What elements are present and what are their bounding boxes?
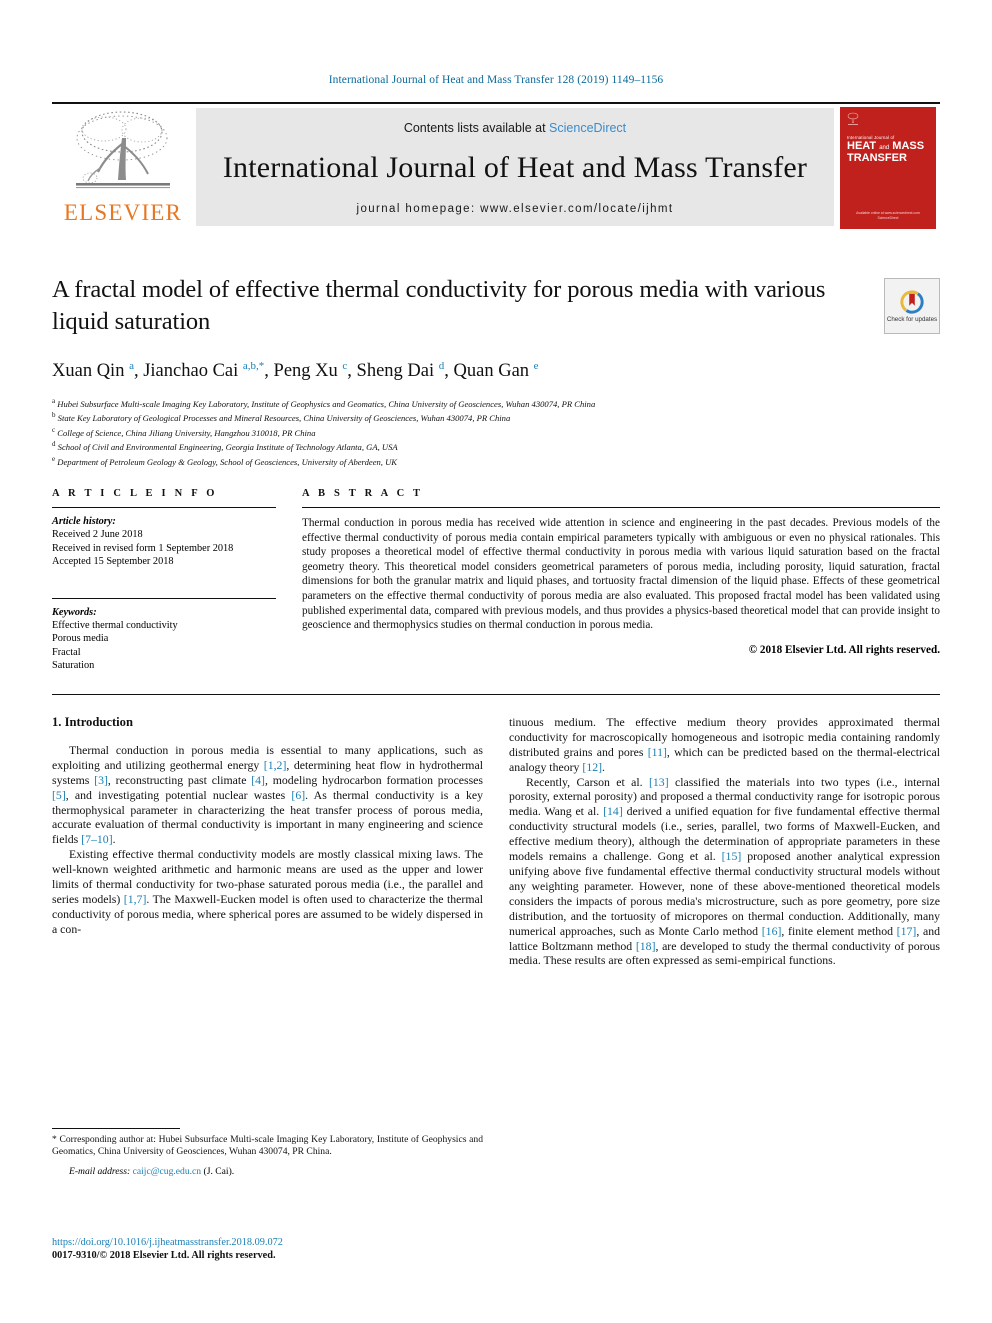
affiliation-text: College of Science, China Jiliang Univer… xyxy=(57,427,316,438)
elsevier-logo: ELSEVIER xyxy=(52,104,194,230)
journal-homepage-link[interactable]: journal homepage: www.elsevier.com/locat… xyxy=(356,203,673,215)
affiliation-text: School of Civil and Environmental Engine… xyxy=(57,442,398,453)
cover-title-mass: MASS xyxy=(892,140,925,152)
journal-banner: ELSEVIER Contents lists available at Sci… xyxy=(52,102,940,230)
crossmark-badge[interactable]: Check for updates xyxy=(884,278,940,334)
contents-available-line: Contents lists available at ScienceDirec… xyxy=(404,121,626,135)
citation-ref[interactable]: [18] xyxy=(636,939,656,953)
cover-footer-line2: ScienceDirect xyxy=(877,216,899,220)
author-list: Xuan Qin a, Jianchao Cai a,b,*, Peng Xu … xyxy=(52,359,539,381)
email-label: E-mail address: xyxy=(69,1166,131,1178)
abstract-rule xyxy=(302,507,940,509)
abstract-heading: A B S T R A C T xyxy=(302,488,424,500)
footnote-rule xyxy=(52,1128,180,1129)
body-paragraph: tinuous medium. The effective medium the… xyxy=(509,714,940,774)
article-info-rule xyxy=(52,507,276,509)
body-right-column: tinuous medium. The effective medium the… xyxy=(509,715,940,968)
article-history-label: Article history: xyxy=(52,516,116,528)
keywords-label: Keywords: xyxy=(52,606,97,618)
journal-cover-thumbnail: International Journal of HEAT and MASS T… xyxy=(840,104,940,230)
citation-ref[interactable]: [7–10] xyxy=(81,832,112,846)
citation-ref[interactable]: [14] xyxy=(603,804,623,818)
email-link[interactable]: caijc@cug.edu.cn xyxy=(133,1166,202,1177)
paper-page: International Journal of Heat and Mass T… xyxy=(0,0,992,1323)
cover-footer: Available online at www.sciencedirect.co… xyxy=(840,211,936,221)
body-two-column: 1. Introduction Thermal conduction in po… xyxy=(52,715,940,968)
affiliation-mark: e xyxy=(52,454,56,463)
citation-ref[interactable]: [17] xyxy=(897,924,917,938)
keywords-block: Keywords: Effective thermal conductivity… xyxy=(52,606,276,672)
cover-title-heat: HEAT xyxy=(847,140,877,152)
publication-footer: https://doi.org/10.1016/j.ijheatmasstran… xyxy=(52,1236,502,1262)
body-paragraph: Existing effective thermal conductivity … xyxy=(52,847,484,936)
cover-elsevier-mark-icon xyxy=(847,112,859,126)
issn-copyright: 0017-9310/© 2018 Elsevier Ltd. All right… xyxy=(52,1250,276,1261)
cover-footer-line1: Available online at www.sciencedirect.co… xyxy=(856,211,920,215)
history-item: Received 2 June 2018 xyxy=(52,529,143,541)
citation-ref[interactable]: [6] xyxy=(291,788,305,802)
journal-title: International Journal of Heat and Mass T… xyxy=(222,151,808,184)
citation-ref[interactable]: [1,2] xyxy=(264,758,287,772)
info-abstract-block: A R T I C L E I N F O Article history: R… xyxy=(52,488,940,672)
title-row: A fractal model of effective thermal con… xyxy=(52,274,940,338)
affiliation-item: d School of Civil and Environmental Engi… xyxy=(52,439,940,453)
section-heading-introduction: 1. Introduction xyxy=(52,714,133,729)
affiliation-item: b State Key Laboratory of Geological Pro… xyxy=(52,410,940,424)
body-paragraph: Thermal conduction in porous media is es… xyxy=(52,742,484,847)
doi-link[interactable]: https://doi.org/10.1016/j.ijheatmasstran… xyxy=(52,1236,502,1249)
affiliation-item: e Department of Petroleum Geology & Geol… xyxy=(52,454,940,468)
affiliation-text: State Key Laboratory of Geological Proce… xyxy=(57,413,511,424)
cover-title: HEAT and MASS TRANSFER xyxy=(847,140,925,164)
crossmark-icon xyxy=(900,289,924,314)
sciencedirect-link[interactable]: ScienceDirect xyxy=(549,121,626,135)
elsevier-wordmark: ELSEVIER xyxy=(63,200,183,225)
affiliation-mark: c xyxy=(52,425,56,434)
body-left-column: 1. Introduction Thermal conduction in po… xyxy=(52,715,483,968)
citation-ref[interactable]: [5] xyxy=(52,788,66,802)
running-head: International Journal of Heat and Mass T… xyxy=(328,74,664,86)
citation-ref[interactable]: [11] xyxy=(648,745,667,759)
history-item: Accepted 15 September 2018 xyxy=(52,555,174,567)
affiliation-item: c College of Science, China Jiliang Univ… xyxy=(52,425,940,439)
affiliation-mark: a xyxy=(52,396,56,405)
abstract-copyright: © 2018 Elsevier Ltd. All rights reserved… xyxy=(748,643,940,656)
citation-ref[interactable]: [12] xyxy=(582,760,602,774)
footnote-block: * Corresponding author at: Hubei Subsurf… xyxy=(52,1128,483,1177)
citation-ref[interactable]: [13] xyxy=(649,775,669,789)
affiliation-list: a Hubei Subsurface Multi-scale Imaging K… xyxy=(52,396,940,468)
citation-ref[interactable]: [15] xyxy=(722,849,742,863)
cover-title-transfer: TRANSFER xyxy=(847,152,907,164)
keyword-item: Effective thermal conductivity xyxy=(52,620,178,632)
keywords-rule xyxy=(52,597,276,599)
article-info-column: A R T I C L E I N F O Article history: R… xyxy=(52,488,302,672)
affiliation-text: Department of Petroleum Geology & Geolog… xyxy=(57,456,398,467)
article-info-heading: A R T I C L E I N F O xyxy=(52,488,218,500)
affiliation-item: a Hubei Subsurface Multi-scale Imaging K… xyxy=(52,396,940,410)
body-paragraph: Recently, Carson et al. [13] classified … xyxy=(509,774,941,968)
banner-center: Contents lists available at ScienceDirec… xyxy=(196,108,834,226)
history-item: Received in revised form 1 September 201… xyxy=(52,542,234,554)
abstract-text: Thermal conduction in porous media has r… xyxy=(302,517,940,632)
citation-ref[interactable]: [4] xyxy=(251,773,265,787)
elsevier-tree-icon xyxy=(70,108,176,200)
affiliation-mark: b xyxy=(52,411,56,420)
keyword-item: Porous media xyxy=(52,633,109,645)
affiliation-mark: d xyxy=(52,440,56,449)
page-title: A fractal model of effective thermal con… xyxy=(52,276,826,335)
cover-title-and: and xyxy=(879,145,890,151)
citation-ref[interactable]: [1,7] xyxy=(124,892,147,906)
email-note: E-mail address: caijc@cug.edu.cn (J. Cai… xyxy=(52,1166,483,1177)
crossmark-label: Check for updates xyxy=(886,315,938,323)
article-history: Article history: Received 2 June 2018 Re… xyxy=(52,515,276,568)
corresponding-author-note: * Corresponding author at: Hubei Subsurf… xyxy=(52,1134,483,1158)
citation-ref[interactable]: [3] xyxy=(94,773,108,787)
affiliation-text: Hubei Subsurface Multi-scale Imaging Key… xyxy=(57,398,596,409)
body-separator xyxy=(52,693,940,695)
email-owner: (J. Cai). xyxy=(203,1166,235,1178)
keyword-item: Saturation xyxy=(52,659,95,671)
keyword-item: Fractal xyxy=(52,646,81,658)
contents-prefix: Contents lists available at xyxy=(403,121,550,135)
citation-ref[interactable]: [16] xyxy=(762,924,782,938)
abstract-column: A B S T R A C T Thermal conduction in po… xyxy=(302,488,940,672)
